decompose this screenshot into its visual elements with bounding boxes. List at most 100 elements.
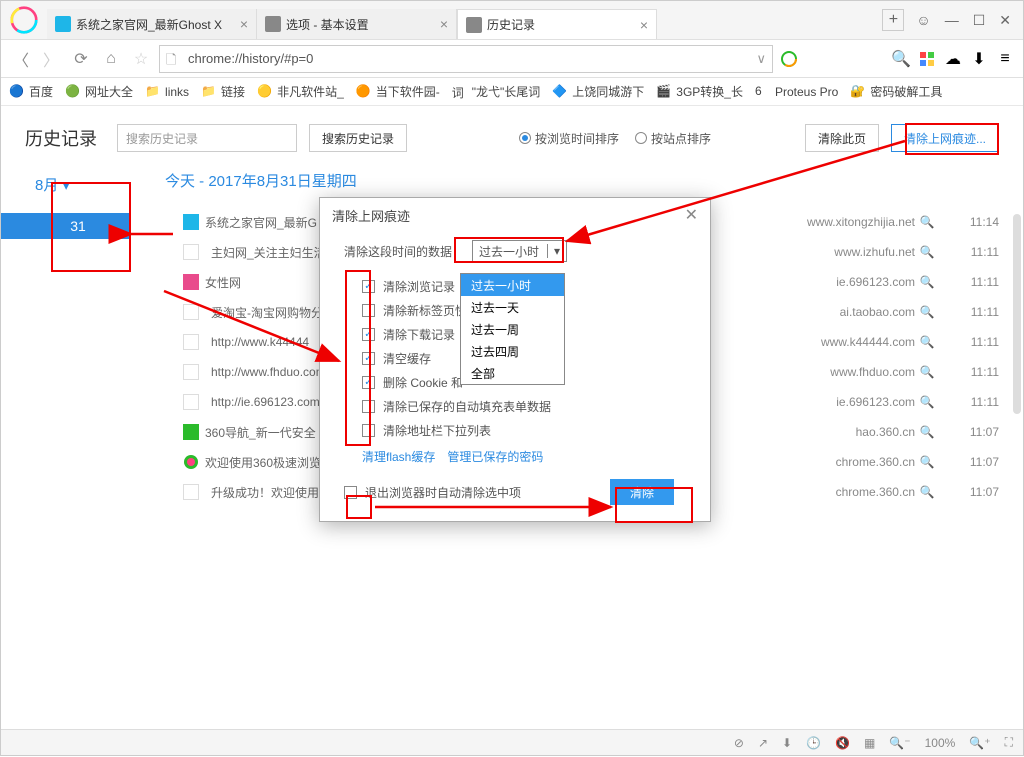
cloud-icon[interactable]: ☁ — [943, 49, 963, 69]
home-button[interactable]: ⌂ — [99, 47, 123, 71]
menu-icon[interactable]: ≡ — [995, 49, 1015, 69]
browser-tab[interactable]: 系统之家官网_最新Ghost X× — [47, 9, 257, 39]
status-icon[interactable]: 🔍⁺ — [969, 736, 990, 750]
search-icon[interactable]: 🔍 — [915, 455, 939, 469]
bookmark-favicon: 📁 — [145, 84, 161, 100]
search-icon[interactable]: 🔍 — [915, 425, 939, 439]
forward-button[interactable]: 〉 — [39, 47, 63, 71]
status-icon[interactable]: ▦ — [864, 736, 875, 750]
row-domain: ie.696123.com — [765, 275, 915, 289]
checkbox-row[interactable]: 清除已保存的自动填充表单数据 — [362, 394, 686, 418]
bookmark-item[interactable]: 📁links — [145, 84, 189, 100]
checkbox-row[interactable]: 清除地址栏下拉列表 — [362, 418, 686, 442]
dropdown-item[interactable]: 过去一小时 — [461, 274, 564, 296]
status-icon[interactable]: ⊘ — [734, 736, 744, 750]
bookmark-item[interactable]: 🔵百度 — [9, 83, 53, 100]
bookmark-item[interactable]: 📁链接 — [201, 83, 245, 100]
bookmark-item[interactable]: 🔐密码破解工具 — [850, 83, 942, 100]
checkbox-icon — [362, 280, 375, 293]
feedback-icon[interactable]: ☺ — [916, 12, 930, 29]
status-bar: ⊘ ↗ ⬇ 🕒 🔇 ▦ 🔍⁻ 100% 🔍⁺ ⛶ — [1, 729, 1023, 755]
new-tab-button[interactable]: + — [882, 9, 904, 31]
month-selector[interactable]: 8月▾ — [25, 170, 165, 199]
tab-close-icon[interactable]: × — [640, 17, 648, 33]
apps-icon[interactable] — [917, 49, 937, 69]
clear-flash-link[interactable]: 清理flash缓存 — [362, 448, 435, 465]
search-icon[interactable]: 🔍 — [915, 335, 939, 349]
status-icon[interactable]: ⛶ — [1005, 735, 1013, 750]
time-range-dropdown: 过去一小时过去一天过去一周过去四周全部 — [460, 273, 565, 385]
bookmark-item[interactable]: 🟡非凡软件站_ — [257, 83, 344, 100]
time-range-select[interactable]: 过去一小时 ▾ — [472, 240, 567, 262]
bookmark-item[interactable]: 🎬3GP转换_长 — [656, 83, 743, 100]
bookmark-item[interactable]: 🔷上饶同城游下 — [552, 83, 644, 100]
row-domain: hao.360.cn — [765, 425, 915, 439]
status-icon[interactable]: ⬇ — [782, 736, 792, 750]
day-badge[interactable]: 31 — [1, 213, 131, 239]
bookmark-item[interactable]: 词"龙弋"长尾词 — [452, 83, 541, 100]
chevron-down-icon: ▾ — [62, 176, 70, 194]
clear-traces-button[interactable]: 清除上网痕迹... — [891, 124, 999, 152]
minimize-button[interactable]: — — [945, 12, 959, 29]
status-icon[interactable]: 🔇 — [835, 736, 850, 750]
browser-tab[interactable]: 历史记录× — [457, 9, 657, 39]
tab-close-icon[interactable]: × — [440, 16, 448, 32]
status-icon[interactable]: 🔍⁻ — [889, 736, 910, 750]
dropdown-item[interactable]: 全部 — [461, 362, 564, 384]
search-icon[interactable]: 🔍 — [915, 395, 939, 409]
search-icon[interactable]: 🔍 — [915, 305, 939, 319]
radio-dot-icon — [635, 132, 647, 144]
scrollbar[interactable] — [1013, 214, 1021, 414]
bookmark-favicon: 🎬 — [656, 84, 672, 100]
row-domain: www.xitongzhijia.net — [765, 215, 915, 229]
clear-button[interactable]: 清除 — [610, 479, 674, 505]
auto-clear-row[interactable]: 退出浏览器时自动清除选中项 — [344, 484, 521, 501]
360-icon[interactable] — [779, 49, 799, 69]
bookmark-favicon: 🔷 — [552, 84, 568, 100]
manage-passwords-link[interactable]: 管理已保存的密码 — [447, 448, 543, 465]
dropdown-item[interactable]: 过去四周 — [461, 340, 564, 362]
checkbox-icon — [362, 400, 375, 413]
url-bar[interactable]: 🗋 chrome://history/#p=0 ∨ — [159, 45, 773, 73]
search-icon[interactable]: 🔍 — [915, 365, 939, 379]
clear-page-button[interactable]: 清除此页 — [805, 124, 879, 152]
tab-strip: 系统之家官网_最新Ghost X×选项 - 基本设置×历史记录× — [47, 1, 872, 39]
bookmark-favicon: 🟢 — [65, 84, 81, 100]
checkbox-icon — [362, 352, 375, 365]
search-icon[interactable]: 🔍 — [915, 275, 939, 289]
row-domain: www.k44444.com — [765, 335, 915, 349]
status-icon[interactable]: 🕒 — [806, 736, 821, 750]
search-icon[interactable]: 🔍 — [915, 485, 939, 499]
maximize-button[interactable]: ☐ — [973, 12, 986, 29]
url-dropdown-icon[interactable]: ∨ — [756, 51, 766, 67]
dialog-close-button[interactable]: ✕ — [685, 205, 698, 225]
search-icon[interactable]: 🔍 — [915, 245, 939, 259]
search-history-button[interactable]: 搜索历史记录 — [309, 124, 407, 152]
checkbox-icon — [362, 424, 375, 437]
download-icon[interactable]: ⬇ — [969, 49, 989, 69]
dropdown-item[interactable]: 过去一天 — [461, 296, 564, 318]
tab-close-icon[interactable]: × — [240, 16, 248, 32]
search-icon[interactable]: 🔍 — [915, 215, 939, 229]
status-icon[interactable]: ↗ — [758, 736, 768, 750]
row-domain: www.fhduo.com — [765, 365, 915, 379]
sort-by-time-radio[interactable]: 按浏览时间排序 — [519, 130, 619, 147]
bookmarks-bar: 🔵百度 🟢网址大全 📁links 📁链接 🟡非凡软件站_ 🟠当下软件园- 词"龙弋"长尾词 🔷… — [1, 78, 1023, 106]
bookmark-favicon: 🔵 — [9, 84, 25, 100]
search-history-input[interactable]: 搜索历史记录 — [117, 124, 297, 152]
bookmark-item[interactable]: 🟢网址大全 — [65, 83, 133, 100]
dialog-footer: 退出浏览器时自动清除选中项 清除 — [344, 479, 686, 505]
close-button[interactable]: ✕ — [999, 12, 1011, 29]
sort-by-site-radio[interactable]: 按站点排序 — [635, 130, 711, 147]
search-icon[interactable]: 🔍 — [891, 49, 911, 69]
history-header: 历史记录 搜索历史记录 搜索历史记录 按浏览时间排序 按站点排序 清除此页 清除… — [25, 124, 999, 152]
bookmark-favicon: 🔐 — [850, 84, 866, 100]
dropdown-item[interactable]: 过去一周 — [461, 318, 564, 340]
favorite-button[interactable]: ☆ — [129, 47, 153, 71]
back-button[interactable]: 〈 — [9, 47, 33, 71]
browser-tab[interactable]: 选项 - 基本设置× — [257, 9, 457, 39]
bookmark-item[interactable]: 🟠当下软件园- — [356, 83, 440, 100]
reload-button[interactable]: ⟳ — [69, 47, 93, 71]
url-text: chrome://history/#p=0 — [188, 51, 756, 66]
bookmark-item[interactable]: 6Proteus Pro — [755, 84, 838, 100]
